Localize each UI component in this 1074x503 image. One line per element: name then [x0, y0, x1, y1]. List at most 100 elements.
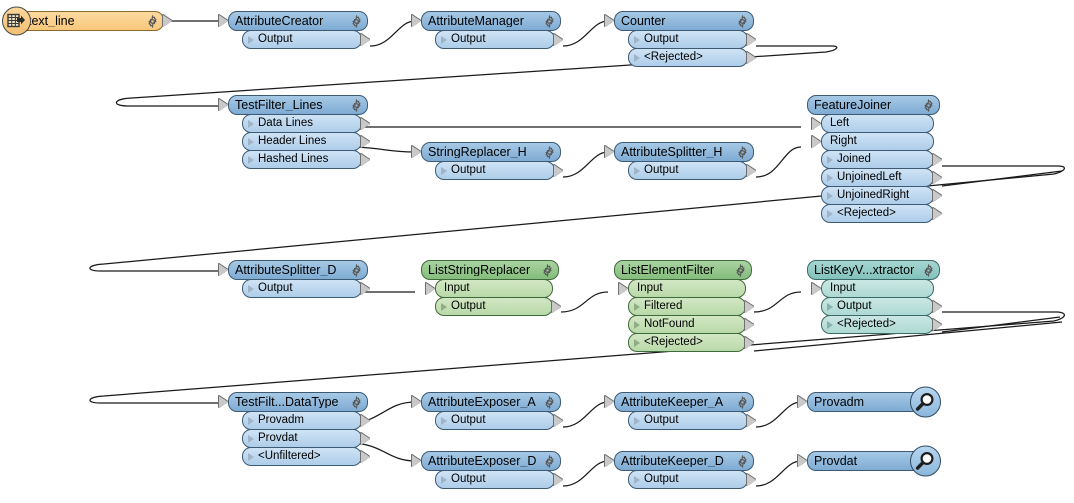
node-header-attributecreator[interactable]: AttributeCreator — [219, 11, 368, 31]
gear-icon[interactable] — [350, 263, 363, 277]
port-input[interactable]: Input — [426, 279, 553, 298]
node-featurejoiner[interactable]: FeatureJoiner Left Right Joined UnjoinedLeft… — [807, 95, 942, 223]
port-unjoinedleft[interactable]: UnjoinedLeft — [821, 168, 942, 187]
magnifier-icon[interactable] — [910, 386, 941, 418]
node-header-featurejoiner[interactable]: FeatureJoiner — [807, 95, 940, 115]
node-testfilter-lines[interactable]: TestFilter_Lines Data Lines Header Lines Ha… — [219, 95, 370, 169]
port-output[interactable]: Output — [435, 161, 563, 180]
node-attributekeeper-d[interactable]: AttributeKeeper_D Output — [605, 451, 756, 489]
port-output[interactable]: Output — [242, 30, 370, 49]
port-output[interactable]: Output — [821, 297, 942, 316]
connection-wire[interactable] — [560, 291, 609, 313]
gear-icon[interactable] — [736, 145, 749, 159]
gear-icon[interactable] — [543, 454, 556, 468]
gear-icon[interactable] — [350, 395, 363, 409]
port-header-lines[interactable]: Header Lines — [242, 132, 370, 151]
gear-icon[interactable] — [922, 263, 935, 277]
node-header-testfilter-datatype[interactable]: TestFilt...DataType — [219, 392, 368, 412]
port-hashed-lines[interactable]: Hashed Lines — [242, 150, 370, 169]
connection-wire[interactable] — [562, 460, 609, 487]
port-output[interactable]: Output — [435, 297, 561, 316]
gear-icon[interactable] — [736, 454, 749, 468]
port-right[interactable]: Right — [812, 132, 934, 151]
port-rejected[interactable]: <Rejected> — [628, 333, 754, 352]
connection-wire[interactable] — [755, 146, 802, 178]
gear-icon[interactable] — [734, 263, 747, 277]
node-header-attributekeeper-d[interactable]: AttributeKeeper_D — [605, 451, 754, 471]
node-attributemanager[interactable]: AttributeManager Output — [412, 11, 563, 49]
node-attributeexposer-d[interactable]: AttributeExposer_D Output — [412, 451, 563, 489]
node-attributeexposer-a[interactable]: AttributeExposer_A Output — [412, 392, 563, 430]
magnifier-icon[interactable] — [910, 445, 941, 477]
connection-wire[interactable] — [753, 291, 802, 313]
port-rejected[interactable]: <Rejected> — [821, 204, 942, 223]
workflow-canvas[interactable]: text_line AttributeCreator Output Attribute… — [0, 0, 1074, 503]
gear-icon[interactable] — [543, 395, 556, 409]
connection-wire[interactable] — [562, 20, 609, 47]
node-liststringreplacer[interactable]: ListStringReplacer Input Output — [421, 260, 561, 316]
node-header-attributekeeper-a[interactable]: AttributeKeeper_A — [605, 392, 754, 412]
node-attributecreator[interactable]: AttributeCreator Output — [219, 11, 370, 49]
port-provadm[interactable]: Provadm — [242, 411, 370, 430]
port-input[interactable]: Input — [619, 279, 746, 298]
node-header-counter[interactable]: Counter — [605, 11, 754, 31]
node-header-attributeexposer-a[interactable]: AttributeExposer_A — [412, 392, 561, 412]
node-provadm[interactable]: Provadm — [798, 386, 941, 418]
gear-icon[interactable] — [922, 98, 935, 112]
node-header-attributesplitter-h[interactable]: AttributeSplitter_H — [605, 142, 754, 162]
connection-wire[interactable] — [941, 170, 1063, 187]
node-listkeyvalueextractor[interactable]: ListKeyV...xtractor Input Output <Rejected> — [807, 260, 942, 334]
port-output[interactable]: Output — [435, 30, 563, 49]
connection-wire[interactable] — [755, 401, 802, 428]
connection-wire[interactable] — [369, 20, 416, 47]
port-filtered[interactable]: Filtered — [628, 297, 754, 316]
connection-wire[interactable] — [562, 401, 609, 428]
gear-icon[interactable] — [543, 145, 556, 159]
node-header-testfilter-lines[interactable]: TestFilter_Lines — [219, 95, 368, 115]
port-data-lines[interactable]: Data Lines — [242, 114, 370, 133]
port-input[interactable]: Input — [812, 279, 934, 298]
node-header-liststringreplacer[interactable]: ListStringReplacer — [421, 260, 559, 280]
port-provdat[interactable]: Provdat — [242, 429, 370, 448]
port-joined[interactable]: Joined — [821, 150, 942, 169]
gear-icon[interactable] — [350, 14, 363, 28]
node-header-listelementfilter[interactable]: ListElementFilter — [614, 260, 752, 280]
connection-wire[interactable] — [755, 460, 802, 487]
port-left[interactable]: Left — [812, 114, 934, 133]
port-output[interactable]: Output — [628, 411, 756, 430]
gear-icon[interactable] — [736, 14, 749, 28]
port-output[interactable]: Output — [628, 30, 756, 49]
port-rejected[interactable]: <Rejected> — [821, 315, 942, 334]
gear-icon[interactable] — [146, 14, 159, 28]
node-attributesplitter-h[interactable]: AttributeSplitter_H Output — [605, 142, 756, 180]
port-output[interactable]: Output — [435, 470, 563, 489]
node-testfilter-datatype[interactable]: TestFilt...DataType Provadm Provdat <Unfilt… — [219, 392, 370, 466]
connection-wire[interactable] — [562, 151, 609, 178]
node-header-provdat[interactable]: Provdat — [798, 445, 941, 477]
port-rejected[interactable]: <Rejected> — [628, 48, 756, 67]
gear-icon[interactable] — [541, 263, 554, 277]
node-header-listkeyvalueextractor[interactable]: ListKeyV...xtractor — [807, 260, 940, 280]
port-unjoinedright[interactable]: UnjoinedRight — [821, 186, 942, 205]
node-header-attributesplitter-d[interactable]: AttributeSplitter_D — [219, 260, 368, 280]
port-output[interactable]: Output — [628, 470, 756, 489]
gear-icon[interactable] — [543, 14, 556, 28]
node-text-line[interactable]: text_line — [2, 6, 172, 36]
gear-icon[interactable] — [736, 395, 749, 409]
port-output[interactable]: Output — [628, 161, 756, 180]
node-counter[interactable]: Counter Output <Rejected> — [605, 11, 756, 67]
port-output[interactable]: Output — [242, 279, 370, 298]
node-stringreplacer-h[interactable]: StringReplacer_H Output — [412, 142, 563, 180]
gear-icon[interactable] — [350, 98, 363, 112]
node-listelementfilter[interactable]: ListElementFilter Input Filtered NotFound <R… — [614, 260, 754, 352]
node-header-text-line[interactable]: text_line — [2, 6, 172, 36]
node-header-stringreplacer-h[interactable]: StringReplacer_H — [412, 142, 561, 162]
node-header-provadm[interactable]: Provadm — [798, 386, 941, 418]
node-provdat[interactable]: Provdat — [798, 445, 941, 477]
connection-wire[interactable] — [941, 316, 1061, 333]
node-attributesplitter-d[interactable]: AttributeSplitter_D Output — [219, 260, 370, 298]
port-output[interactable]: Output — [435, 411, 563, 430]
node-header-attributemanager[interactable]: AttributeManager — [412, 11, 561, 31]
node-attributekeeper-a[interactable]: AttributeKeeper_A Output — [605, 392, 756, 430]
node-header-attributeexposer-d[interactable]: AttributeExposer_D — [412, 451, 561, 471]
